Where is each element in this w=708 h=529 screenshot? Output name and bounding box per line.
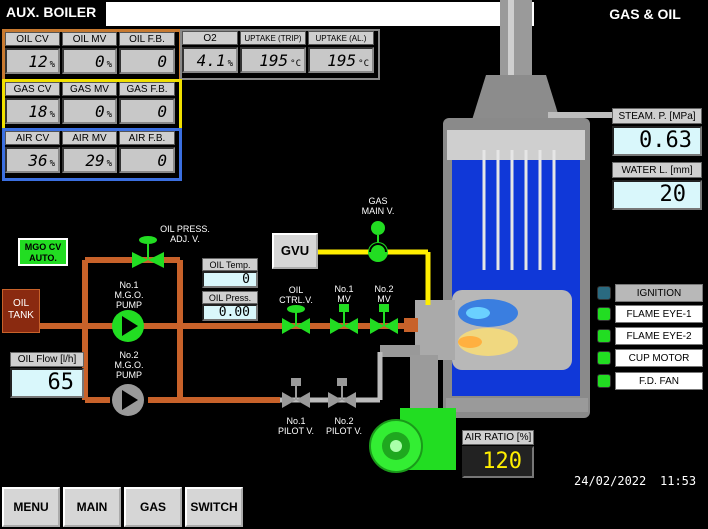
air-duct	[410, 355, 438, 415]
oil-tank-line2: TANK	[8, 310, 34, 321]
water-l-value: 20	[612, 180, 702, 210]
pump-no1	[112, 310, 144, 342]
cup-motor-led	[597, 351, 611, 365]
oil-press-adj-tag: OIL PRESS. ADJ. V.	[160, 224, 210, 244]
cup-motor-label: CUP MOTOR	[615, 349, 703, 367]
oil-press-value: 0.00	[202, 304, 258, 321]
process-diagram	[40, 0, 612, 473]
steam-p-label: STEAM. P. [MPa]	[612, 108, 702, 124]
time-display: 11:53	[660, 474, 697, 488]
mv1-valve	[330, 304, 358, 334]
burner	[415, 300, 455, 360]
flame-eye-1-label: FLAME EYE-1	[615, 305, 703, 323]
oil-ctrl-tag: OIL CTRL.V.	[279, 285, 313, 305]
ignition-label: IGNITION	[615, 284, 703, 302]
main-button[interactable]: MAIN	[63, 487, 121, 527]
oil-temp-value: 0	[202, 271, 258, 288]
mgo-cv-auto-line2: AUTO.	[29, 253, 57, 263]
fd-fan-label: F.D. FAN	[615, 372, 703, 390]
gas-main-valve	[368, 221, 388, 262]
air-ratio-value: 120	[462, 446, 534, 478]
steam-pipe	[568, 112, 612, 118]
water-l-label: WATER L. [mm]	[612, 162, 702, 178]
gvu-button[interactable]: GVU	[272, 233, 318, 269]
gas-button[interactable]: GAS	[124, 487, 182, 527]
menu-button[interactable]: MENU	[2, 487, 60, 527]
pump2-tag: No.2 M.G.O. PUMP	[114, 350, 144, 380]
oil-press-label: OIL Press.	[202, 291, 258, 304]
oil-flow-label: OIL Flow [l/h]	[10, 352, 84, 367]
stack-upper	[500, 0, 532, 75]
mgo-cv-auto-button[interactable]: MGO CV AUTO.	[18, 238, 68, 266]
oil-ctrl-valve	[282, 305, 310, 334]
flame-eye-2-label: FLAME EYE-2	[615, 327, 703, 345]
pilot2-valve	[328, 378, 356, 408]
gas-main-tag: GAS MAIN V.	[361, 196, 395, 216]
mv2-valve	[370, 304, 398, 334]
switch-button[interactable]: SWITCH	[185, 487, 243, 527]
fd-fan-led	[597, 374, 611, 388]
mgo-cv-auto-line1: MGO CV	[24, 242, 62, 252]
date-display: 24/02/2022	[574, 474, 647, 488]
fd-fan	[369, 408, 456, 473]
stack-hood	[472, 75, 560, 120]
air-ratio-label: AIR RATIO [%]	[462, 430, 534, 445]
mv2-tag: No.2 MV	[374, 284, 394, 304]
pilot1-valve	[282, 378, 310, 408]
oil-flow-value: 65	[10, 368, 84, 398]
oil-temp-label: OIL Temp.	[202, 258, 258, 271]
ignition-led	[597, 286, 611, 300]
steam-p-value: 0.63	[612, 126, 702, 156]
pump-no2	[112, 384, 144, 416]
oil-tank: OIL TANK	[2, 289, 40, 333]
pump1-tag: No.1 M.G.O. PUMP	[114, 280, 144, 310]
pilot2-tag: No.2 PILOT V.	[325, 416, 363, 436]
flame-eye-1-led	[597, 307, 611, 321]
flame-eye-2-led	[597, 329, 611, 343]
oil-tank-line1: OIL	[12, 298, 30, 309]
pilot1-tag: No.1 PILOT V.	[277, 416, 315, 436]
mv1-tag: No.1 MV	[334, 284, 354, 304]
